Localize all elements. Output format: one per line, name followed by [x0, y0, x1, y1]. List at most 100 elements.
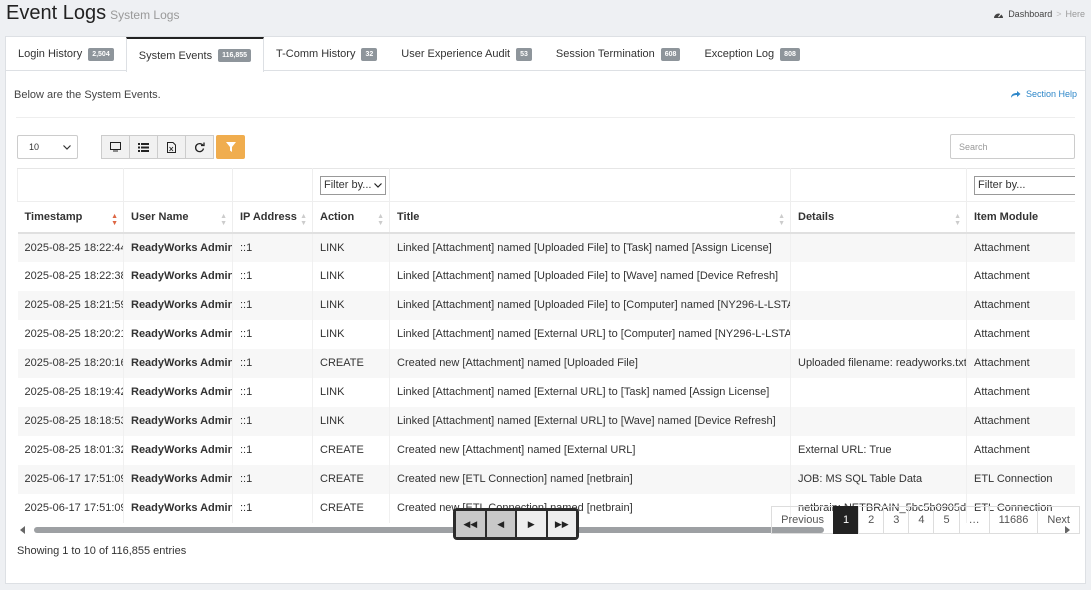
- previous-page-button[interactable]: Previous: [771, 506, 834, 534]
- cell-timestamp: 2025-08-25 18:19:42: [17, 377, 124, 407]
- excel-file-icon: [167, 141, 176, 153]
- cell-user-name: ReadyWorks Admin: [123, 464, 233, 494]
- tab-system-events[interactable]: System Events 116,855: [125, 37, 265, 72]
- cell-details: [790, 232, 967, 262]
- sort-icon: ▲ ▼: [300, 213, 307, 227]
- list-view-button[interactable]: [129, 135, 158, 159]
- cell-item-module: Attachment: [966, 377, 1075, 407]
- table-row[interactable]: 2025-08-25 18:20:21 ReadyWorks Admin::1 LI…: [17, 319, 1075, 349]
- tab-exception-log[interactable]: Exception Log 808: [692, 37, 811, 71]
- page-button-4[interactable]: 4: [908, 506, 935, 534]
- table-row[interactable]: 2025-08-25 18:21:59 ReadyWorks Admin::1 LI…: [17, 290, 1075, 320]
- column-header-user-name[interactable]: User Name ▲ ▼: [123, 201, 233, 234]
- next-record-button[interactable]: ▶: [517, 511, 546, 537]
- cell-details: [790, 406, 967, 436]
- column-visibility-button[interactable]: [101, 135, 130, 159]
- table-body: 2025-08-25 18:22:44 ReadyWorks Admin::1 LI…: [17, 232, 1075, 523]
- cell-details: External URL: True: [790, 435, 967, 465]
- intro-text: Below are the System Events.: [14, 89, 161, 101]
- page-button-last[interactable]: 11686: [988, 506, 1039, 534]
- cell-title: Linked [Attachment] named [Uploaded File…: [389, 232, 791, 262]
- count-badge: 116,855: [218, 49, 252, 62]
- column-header-action[interactable]: Action ▲ ▼: [312, 201, 390, 234]
- cell-user-name: ReadyWorks Admin: [123, 319, 233, 349]
- cell-action: LINK: [312, 290, 390, 320]
- left-icon: ◀: [497, 518, 505, 529]
- scrollbar-thumb[interactable]: [34, 527, 824, 533]
- breadcrumb-dashboard-link[interactable]: Dashboard: [1008, 9, 1052, 19]
- page-size-select[interactable]: 10: [17, 135, 78, 159]
- search-input[interactable]: Search: [950, 134, 1075, 159]
- table-info: Showing 1 to 10 of 116,855 entries: [17, 545, 187, 557]
- table-row[interactable]: 2025-08-25 18:22:44 ReadyWorks Admin::1 LI…: [17, 232, 1075, 262]
- breadcrumb-separator: >: [1056, 9, 1062, 19]
- cell-details: [790, 290, 967, 320]
- cell-action: CREATE: [312, 464, 390, 494]
- column-header-timestamp[interactable]: Timestamp ▲ ▼: [17, 201, 124, 234]
- event-logs-panel: Login History 2,504 System Events 116,855 …: [5, 36, 1086, 584]
- item-module-filter-select[interactable]: Filter by...: [974, 175, 1075, 195]
- table-header-row: Timestamp ▲ ▼ User Name ▲ ▼ IP Address ▲ ▼ Act…: [17, 201, 1075, 234]
- table-row[interactable]: 2025-08-25 18:19:42 ReadyWorks Admin::1 LI…: [17, 377, 1075, 407]
- cell-item-module: ETL Connection: [966, 464, 1075, 494]
- cell-user-name: ReadyWorks Admin: [123, 348, 233, 378]
- filter-toggle-button[interactable]: [216, 135, 245, 159]
- column-header-details[interactable]: Details ▲ ▼: [790, 201, 967, 234]
- cell-ip-address: ::1: [232, 464, 313, 494]
- action-filter-select[interactable]: Filter by...: [320, 175, 387, 195]
- breadcrumb: Dashboard > Here: [993, 9, 1085, 19]
- cell-ip-address: ::1: [232, 290, 313, 320]
- page-button-5[interactable]: 5: [933, 506, 960, 534]
- page-button-1[interactable]: 1: [832, 506, 860, 534]
- tab-t-comm-history[interactable]: T-Comm History 32: [264, 37, 389, 71]
- cell-item-module: Attachment: [966, 319, 1075, 349]
- tab-session-termination[interactable]: Session Termination 608: [544, 37, 693, 71]
- double-left-icon: ◀◀: [463, 518, 478, 529]
- count-badge: 53: [516, 47, 532, 61]
- first-record-button[interactable]: ◀◀: [456, 511, 485, 537]
- chevron-down-icon: [374, 182, 383, 188]
- table-row[interactable]: 2025-08-25 18:20:16 ReadyWorks Admin::1 CR…: [17, 348, 1075, 378]
- column-header-title[interactable]: Title ▲ ▼: [389, 201, 791, 234]
- cell-title: Linked [Attachment] named [Uploaded File…: [389, 290, 791, 320]
- cell-action: LINK: [312, 406, 390, 436]
- cell-item-module: Attachment: [966, 406, 1075, 436]
- previous-record-button[interactable]: ◀: [486, 511, 515, 537]
- tab-login-history[interactable]: Login History 2,504: [6, 37, 126, 71]
- column-header-item-module[interactable]: Item Module: [966, 201, 1075, 234]
- table-row[interactable]: 2025-06-17 17:51:09 ReadyWorks Admin::1 CR…: [17, 464, 1075, 494]
- pagination: Previous 1 2 3 4 5 … 11686 Next: [771, 506, 1080, 534]
- cell-item-module: Attachment: [966, 232, 1075, 262]
- cell-action: CREATE: [312, 348, 390, 378]
- cell-user-name: ReadyWorks Admin: [123, 377, 233, 407]
- cell-ip-address: ::1: [232, 435, 313, 465]
- table-row[interactable]: 2025-08-25 18:22:38 ReadyWorks Admin::1 LI…: [17, 261, 1075, 291]
- last-record-button[interactable]: ▶▶: [547, 511, 576, 537]
- tab-user-experience-audit[interactable]: User Experience Audit 53: [389, 37, 544, 71]
- table-row[interactable]: 2025-08-25 18:18:53 ReadyWorks Admin::1 LI…: [17, 406, 1075, 436]
- cell-timestamp: 2025-06-17 17:51:09: [17, 464, 124, 494]
- cell-ip-address: ::1: [232, 261, 313, 291]
- cell-timestamp: 2025-08-25 18:22:44: [17, 232, 124, 262]
- cell-details: [790, 319, 967, 349]
- cell-timestamp: 2025-08-25 18:21:59: [17, 290, 124, 320]
- cell-details: Uploaded filename: readyworks.txt: [790, 348, 967, 378]
- export-excel-button[interactable]: [157, 135, 186, 159]
- cell-title: Linked [Attachment] named [External URL]…: [389, 319, 791, 349]
- cell-item-module: Attachment: [966, 290, 1075, 320]
- cell-timestamp: 2025-08-25 18:22:38: [17, 261, 124, 291]
- page-button-2[interactable]: 2: [858, 506, 885, 534]
- column-header-ip-address[interactable]: IP Address ▲ ▼: [232, 201, 313, 234]
- tab-bar: Login History 2,504 System Events 116,855 …: [6, 37, 1085, 72]
- table-row[interactable]: 2025-08-25 18:01:32 ReadyWorks Admin::1 CR…: [17, 435, 1075, 465]
- breadcrumb-current: Here: [1065, 9, 1085, 19]
- next-page-button[interactable]: Next: [1037, 506, 1080, 534]
- cell-ip-address: ::1: [232, 232, 313, 262]
- cell-ip-address: ::1: [232, 377, 313, 407]
- cell-action: LINK: [312, 319, 390, 349]
- refresh-button[interactable]: [185, 135, 214, 159]
- section-help-link[interactable]: Section Help: [1010, 89, 1077, 99]
- page-button-3[interactable]: 3: [883, 506, 910, 534]
- sort-icon: ▲ ▼: [778, 213, 785, 227]
- sort-icon: ▲ ▼: [377, 213, 384, 227]
